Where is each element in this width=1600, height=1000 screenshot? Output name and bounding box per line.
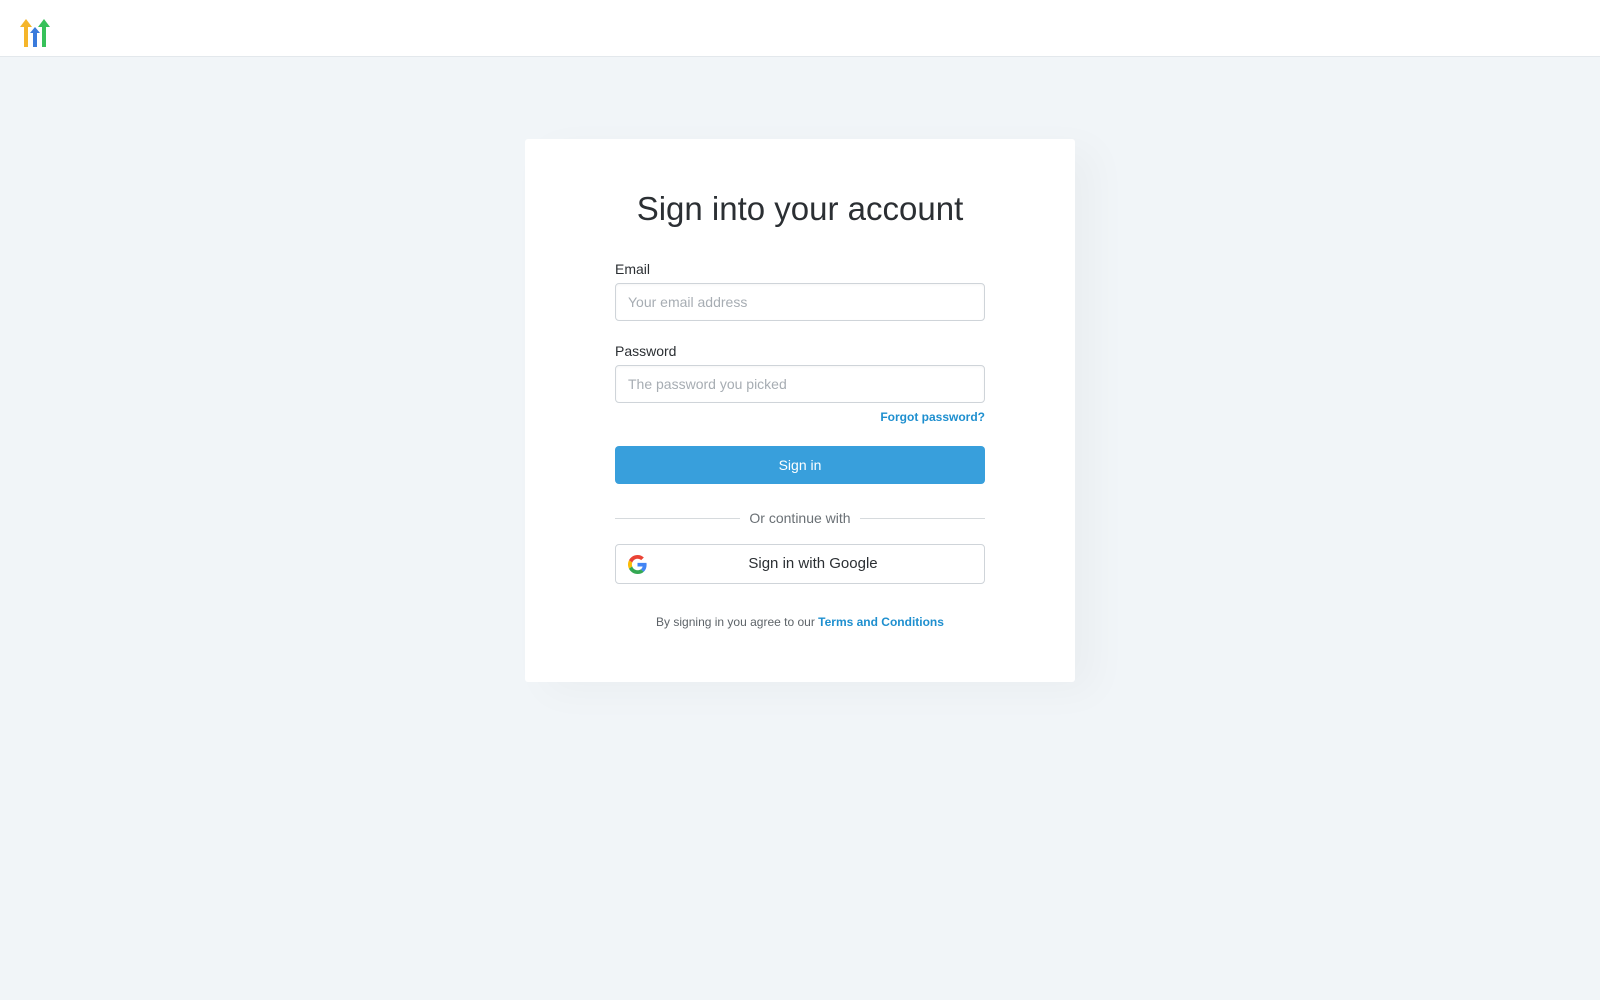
- app-logo-icon[interactable]: [20, 19, 50, 47]
- terms-notice: By signing in you agree to our Terms and…: [525, 615, 1075, 629]
- divider-line-left: [615, 517, 741, 519]
- top-bar: [0, 0, 1600, 57]
- email-label: Email: [615, 261, 651, 277]
- sign-in-button[interactable]: Sign in: [615, 446, 985, 484]
- or-continue-divider: Or continue with: [615, 508, 986, 528]
- google-button-label: Sign in with Google: [748, 555, 878, 572]
- password-field[interactable]: [615, 365, 985, 403]
- divider-line-right: [859, 517, 986, 519]
- google-sign-in-button[interactable]: Sign in with Google: [615, 544, 985, 584]
- signin-card: Sign into your account Email Password Fo…: [525, 139, 1075, 682]
- terms-prefix: By signing in you agree to our: [656, 615, 815, 629]
- email-field[interactable]: [615, 283, 985, 321]
- terms-link[interactable]: Terms and Conditions: [818, 615, 944, 629]
- forgot-password-link[interactable]: Forgot password?: [880, 410, 985, 424]
- page-title: Sign into your account: [636, 190, 964, 227]
- divider-text: Or continue with: [749, 510, 851, 526]
- password-label: Password: [615, 343, 677, 359]
